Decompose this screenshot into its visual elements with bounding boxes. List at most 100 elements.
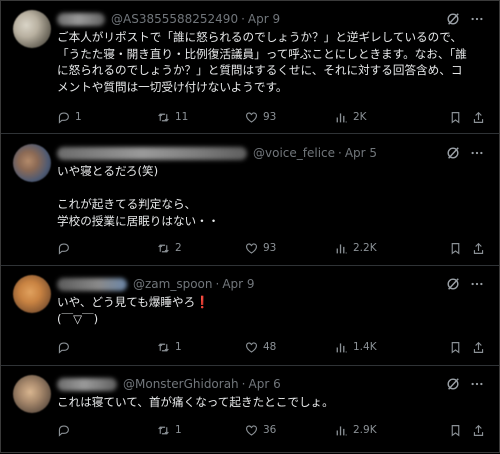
reply-button[interactable] — [57, 242, 157, 255]
like-button[interactable]: 36 — [245, 424, 335, 437]
user-handle[interactable]: @zam_spoon — [133, 277, 213, 291]
views-icon — [336, 342, 347, 352]
avatar[interactable] — [13, 10, 51, 48]
avatar[interactable] — [13, 144, 51, 182]
views-button[interactable]: 2.2K — [335, 242, 435, 255]
display-name-blurred[interactable] — [57, 12, 105, 26]
tweet-text: これは寝ていて、首が痛くなって起きたとこでしょ。 — [57, 394, 485, 411]
tweet-text-line: に怒られるのでしょうか？」と質問はするくせに、それに対する回答含め、コ — [57, 63, 463, 77]
user-handle[interactable]: @MonsterGhidorah — [123, 377, 239, 391]
tweet-text-line: これは寝ていて、首が痛くなって起きたとこでしょ。 — [57, 395, 334, 409]
repost-button[interactable]: 2 — [157, 242, 245, 255]
grok-icon[interactable] — [445, 11, 461, 27]
action-bar: 2 93 2.2K — [57, 240, 485, 256]
repost-icon — [158, 112, 169, 122]
bookmark-icon[interactable] — [449, 242, 462, 255]
tweet-text: ご本人がリポストで「誰に怒られるのでしょうか？」と逆ギレしているので、 「うたた… — [57, 29, 485, 95]
display-name-blurred[interactable] — [57, 277, 127, 291]
post-date[interactable]: Apr 6 — [249, 377, 281, 391]
more-icon[interactable] — [469, 11, 485, 27]
like-icon — [246, 341, 257, 353]
repost-count: 1 — [175, 424, 182, 436]
separator-dot: · — [215, 277, 220, 291]
tweet-text-line: メントや質問は一切受け付けないようです。 — [57, 79, 288, 94]
more-icon[interactable] — [469, 276, 485, 292]
tweet-text-line: 「うたた寝・開き直り・比例復活議員」って呼ぶことにしときます。なお、「誰 — [57, 46, 467, 61]
views-button[interactable]: 2.9K — [335, 424, 435, 437]
like-button[interactable]: 48 — [245, 341, 335, 354]
avatar[interactable] — [13, 275, 51, 313]
separator-dot: · — [241, 377, 246, 391]
like-count: 93 — [263, 242, 277, 254]
tweet-text-line: ご本人がリポストで「誰に怒られるのでしょうか？」と逆ギレしているので、 — [57, 30, 462, 44]
reply-button[interactable] — [57, 341, 157, 354]
reply-tweet[interactable]: @MonsterGhidorah · Apr 6 これは寝ていて、首が痛くなって… — [1, 366, 499, 454]
user-handle[interactable]: @voice_felice — [253, 146, 335, 160]
repost-icon — [158, 342, 169, 352]
tweet-text-line: いや、どう見ても爆睡やろ❗ — [57, 294, 485, 311]
grok-icon[interactable] — [445, 145, 461, 161]
share-icon[interactable] — [472, 111, 485, 124]
grok-icon[interactable] — [445, 276, 461, 292]
repost-button[interactable]: 1 — [157, 341, 245, 354]
reply-tweet[interactable]: @voice_felice · Apr 5 いや寝とるだろ(笑) これが起きてる… — [1, 134, 499, 266]
tweet-text-line: いや寝とるだろ(笑) — [57, 164, 159, 178]
reply-icon — [58, 341, 69, 354]
reply-tweet[interactable]: @AS3855588252490 · Apr 9 ご本人がリポストで「誰に怒られ… — [1, 1, 499, 134]
repost-icon — [158, 425, 169, 435]
reply-icon — [58, 111, 69, 124]
like-icon — [246, 242, 257, 254]
bookmark-icon[interactable] — [449, 111, 462, 124]
like-count: 36 — [263, 424, 277, 436]
post-date[interactable]: Apr 5 — [345, 146, 377, 160]
bookmark-icon[interactable] — [449, 424, 462, 437]
user-handle[interactable]: @AS3855588252490 — [111, 12, 238, 26]
tweet-text: いや、どう見ても爆睡やろ❗ (￣▽￣) — [57, 294, 485, 327]
tweet-text-line: これが起きてる判定なら、 — [57, 197, 197, 211]
post-date[interactable]: Apr 9 — [222, 277, 254, 291]
reply-icon — [58, 424, 69, 437]
reply-count: 1 — [75, 111, 82, 123]
reply-button[interactable] — [57, 424, 157, 437]
repost-count: 11 — [175, 111, 189, 123]
display-name-blurred[interactable] — [57, 146, 247, 160]
grok-icon[interactable] — [445, 376, 461, 392]
avatar[interactable] — [13, 375, 51, 413]
tweet-text: いや寝とるだろ(笑) これが起きてる判定なら、 学校の授業に居眠りはない・・ — [57, 163, 485, 229]
like-icon — [246, 111, 257, 123]
reply-feed: @AS3855588252490 · Apr 9 ご本人がリポストで「誰に怒られ… — [0, 0, 500, 453]
exclamation-emoji: ❗ — [195, 295, 210, 309]
views-button[interactable]: 1.4K — [335, 341, 435, 354]
more-icon[interactable] — [469, 145, 485, 161]
views-count: 1.4K — [353, 341, 377, 353]
like-button[interactable]: 93 — [245, 111, 335, 124]
share-icon[interactable] — [472, 341, 485, 354]
views-icon — [336, 425, 347, 435]
repost-count: 2 — [175, 242, 182, 254]
bookmark-icon[interactable] — [449, 341, 462, 354]
repost-icon — [158, 243, 169, 253]
views-count: 2K — [353, 111, 367, 123]
repost-button[interactable]: 1 — [157, 424, 245, 437]
like-count: 93 — [263, 111, 277, 123]
like-count: 48 — [263, 341, 277, 353]
repost-count: 1 — [175, 341, 182, 353]
repost-button[interactable]: 11 — [157, 111, 245, 124]
display-name-blurred[interactable] — [57, 377, 117, 391]
action-bar: 1 36 2.9K — [57, 422, 485, 438]
views-count: 2.2K — [353, 242, 377, 254]
more-icon[interactable] — [469, 376, 485, 392]
share-icon[interactable] — [472, 242, 485, 255]
views-button[interactable]: 2K — [335, 111, 435, 124]
share-icon[interactable] — [472, 424, 485, 437]
views-icon — [336, 243, 347, 253]
like-icon — [246, 424, 257, 436]
tweet-text-content: いや、どう見ても爆睡やろ — [57, 295, 196, 309]
separator-dot: · — [241, 12, 245, 26]
like-button[interactable]: 93 — [245, 242, 335, 255]
reply-tweet[interactable]: @zam_spoon · Apr 9 いや、どう見ても爆睡やろ❗ (￣▽￣) 1 — [1, 266, 499, 366]
action-bar: 1 48 1.4K — [57, 339, 485, 355]
post-date[interactable]: Apr 9 — [248, 12, 280, 26]
reply-button[interactable]: 1 — [57, 111, 157, 124]
tweet-text-line: 学校の授業に居眠りはない・・ — [57, 213, 220, 228]
